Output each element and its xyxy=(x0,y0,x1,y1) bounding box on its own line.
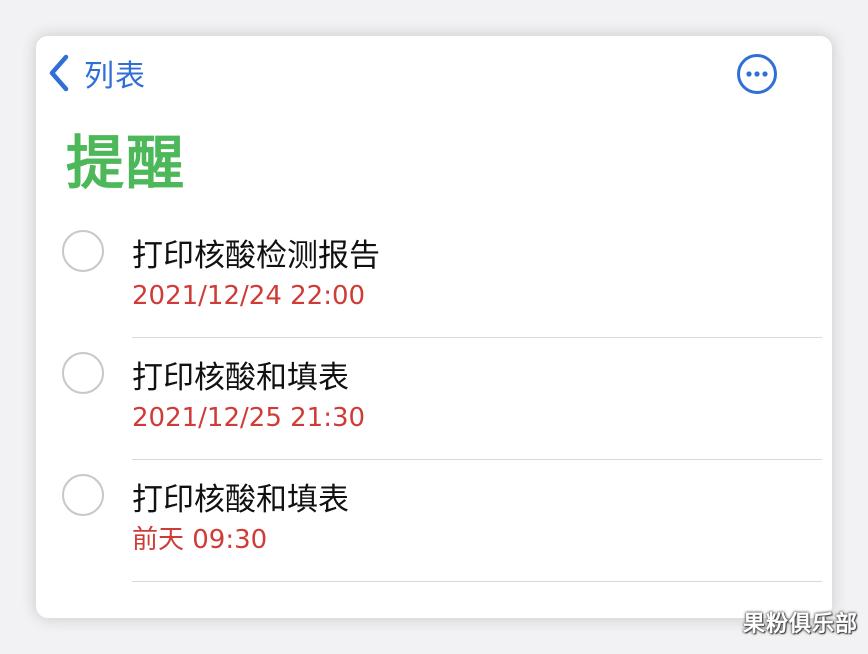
complete-checkbox[interactable] xyxy=(62,474,104,516)
complete-checkbox[interactable] xyxy=(62,352,104,394)
reminder-item[interactable]: 打印核酸和填表 2021/12/25 21:30 xyxy=(36,348,832,470)
reminder-due-time: 2021/12/25 21:30 xyxy=(132,403,366,433)
reminder-title: 打印核酸检测报告 xyxy=(132,238,380,274)
ellipsis-circle-icon xyxy=(737,54,777,94)
divider xyxy=(132,458,822,460)
reminder-item[interactable]: 打印核酸和填表 前天 09:30 xyxy=(36,470,832,592)
reminders-card: 列表 提醒 打印核酸检测报告 2021/12/24 22:00 打印核酸和填表 … xyxy=(36,36,832,618)
watermark: 果粉俱乐部 xyxy=(742,612,858,637)
reminder-due-time: 前天 09:30 xyxy=(132,525,268,555)
divider xyxy=(132,580,822,582)
reminder-item[interactable]: 打印核酸检测报告 2021/12/24 22:00 xyxy=(36,226,832,348)
more-button[interactable] xyxy=(736,53,778,95)
chevron-left-icon xyxy=(49,54,69,92)
reminder-title: 打印核酸和填表 xyxy=(132,360,349,396)
reminder-list: 打印核酸检测报告 2021/12/24 22:00 打印核酸和填表 2021/1… xyxy=(36,226,832,592)
reminder-due-time: 2021/12/24 22:00 xyxy=(132,281,366,311)
complete-checkbox[interactable] xyxy=(62,230,104,272)
back-button[interactable]: 列表 xyxy=(48,50,146,96)
divider xyxy=(132,336,822,338)
back-label: 列表 xyxy=(84,59,146,94)
page-title: 提醒 xyxy=(66,129,187,197)
reminder-title: 打印核酸和填表 xyxy=(132,482,349,518)
